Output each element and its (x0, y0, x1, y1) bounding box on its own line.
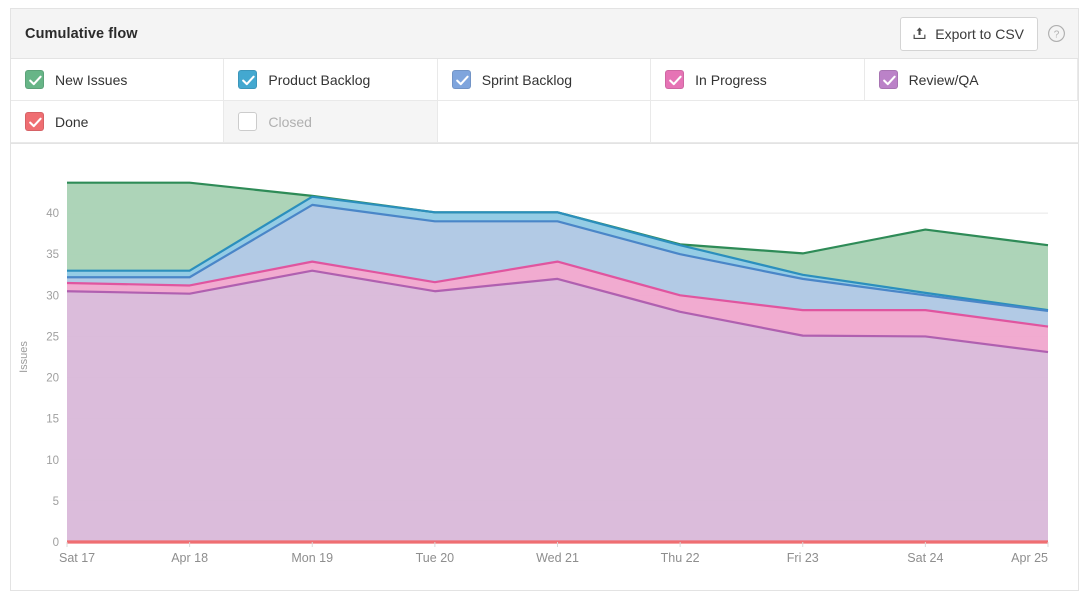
legend-item-label: Product Backlog (268, 71, 371, 88)
legend-item-label: New Issues (55, 71, 128, 88)
panel-header: Cumulative flow Export to CSV ? (11, 9, 1078, 59)
legend-item-done[interactable]: Done (11, 101, 225, 143)
legend-filler-cell (651, 101, 865, 143)
y-axis-tick-label: 25 (46, 331, 59, 343)
checkbox-checked-icon[interactable] (25, 112, 44, 131)
header-actions: Export to CSV ? (900, 9, 1070, 58)
y-axis-tick-label: 15 (46, 414, 59, 426)
legend-item-review-qa[interactable]: Review/QA (864, 59, 1078, 101)
legend-item-product-backlog[interactable]: Product Backlog (224, 59, 438, 101)
x-axis-tick-label: Wed 21 (536, 551, 579, 565)
y-axis-tick-label: 20 (46, 373, 59, 385)
x-axis-tick-label: Sat 24 (907, 551, 943, 565)
cumulative-flow-chart: 0 5 10 15 20 25 30 35 40 Issues Sat 17 Apr 18 Mon 19… (18, 181, 1049, 565)
checkbox-checked-icon[interactable] (878, 70, 898, 89)
checkbox-checked-icon[interactable] (665, 70, 685, 89)
y-axis-tick-label: 5 (53, 496, 59, 508)
legend-item-in-progress[interactable]: In Progress (651, 59, 865, 101)
checkbox-checked-icon[interactable] (451, 70, 471, 89)
cumulative-flow-page: Cumulative flow Export to CSV ? New Issu… (0, 0, 1089, 599)
svg-text:?: ? (1054, 29, 1060, 40)
legend-item-label: Review/QA (908, 71, 979, 88)
legend-filler-cell (864, 101, 1078, 143)
x-axis-tick-label: Apr 18 (171, 551, 208, 565)
series-legend: New Issues Product Backlog Sprint Backlog I… (11, 59, 1078, 144)
legend-filler-cell (437, 101, 652, 143)
y-axis-tick-label: 0 (53, 537, 59, 549)
x-axis-tick-label: Sat 17 (59, 551, 95, 565)
y-axis-tick-label: 35 (46, 249, 59, 261)
x-axis-tick-label: Apr 25 (1011, 551, 1048, 565)
legend-item-new-issues[interactable]: New Issues (11, 59, 225, 101)
checkbox-checked-icon[interactable] (238, 70, 258, 89)
checkbox-unchecked-icon[interactable] (238, 112, 258, 131)
y-axis-tick-label: 30 (46, 290, 59, 302)
legend-item-label: Closed (268, 113, 312, 130)
export-to-csv-label: Export to CSV (935, 25, 1024, 42)
legend-item-sprint-backlog[interactable]: Sprint Backlog (437, 59, 652, 101)
legend-item-label: Sprint Backlog (481, 71, 573, 88)
page-title: Cumulative flow (25, 25, 138, 42)
legend-item-closed[interactable]: Closed (224, 101, 438, 143)
y-axis-title: Issues (18, 341, 30, 373)
chart-area: 0 5 10 15 20 25 30 35 40 Issues Sat 17 Apr 18 Mon 19… (11, 144, 1078, 584)
x-axis-tick-label: Tue 20 (416, 551, 455, 565)
y-axis-tick-label: 10 (46, 455, 59, 467)
export-to-csv-button[interactable]: Export to CSV (900, 16, 1038, 51)
x-axis-tick-label: Thu 22 (661, 551, 700, 565)
legend-item-label: In Progress (695, 71, 767, 88)
x-axis-tick-label: Fri 23 (787, 551, 819, 565)
cumulative-flow-panel: Cumulative flow Export to CSV ? New Issu… (10, 8, 1079, 591)
question-circle-icon[interactable]: ? (1047, 24, 1066, 43)
checkbox-checked-icon[interactable] (25, 70, 44, 89)
x-axis-tick-label: Mon 19 (291, 551, 333, 565)
upload-icon (912, 26, 927, 41)
legend-item-label: Done (55, 113, 89, 130)
y-axis-tick-label: 40 (46, 208, 59, 220)
